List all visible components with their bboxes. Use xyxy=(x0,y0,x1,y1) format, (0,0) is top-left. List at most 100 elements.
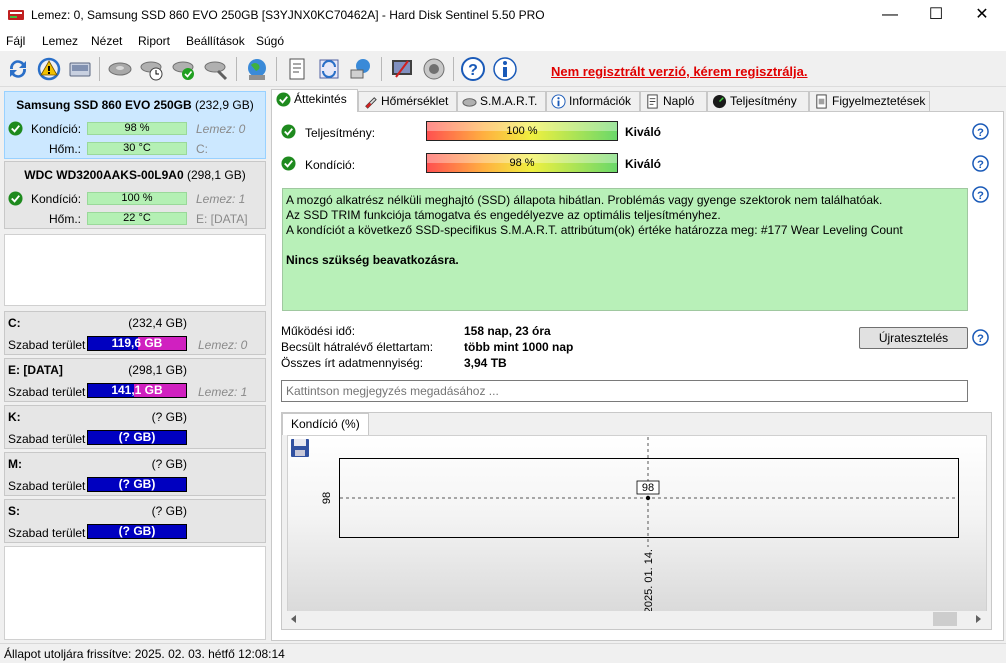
network-report-icon[interactable] xyxy=(347,55,375,83)
temperature-bar: 22 °C xyxy=(87,212,187,225)
description-line: Az SSD TRIM funkciója támogatva és enged… xyxy=(286,208,721,222)
temperature-label: Hőm.: xyxy=(49,212,82,226)
scroll-right-icon[interactable] xyxy=(973,614,983,624)
smart-disk-icon xyxy=(462,98,477,107)
tab-temperature[interactable]: Hőmérséklet xyxy=(358,91,457,111)
health-description: A mozgó alkatrész nélküli meghajtó (SSD)… xyxy=(282,188,968,311)
disk-card-0[interactable]: Samsung SSD 860 EVO 250GB (232,9 GB) Kon… xyxy=(4,91,266,159)
refresh-icon[interactable] xyxy=(4,55,32,83)
svg-text:?: ? xyxy=(977,190,984,202)
globe-disk-icon[interactable] xyxy=(243,55,271,83)
disk-ref: Lemez: 0 xyxy=(198,338,248,352)
disk-list-empty-area xyxy=(4,234,266,306)
volume-k[interactable]: K: (? GB) Szabad terület (? GB) xyxy=(4,405,266,449)
register-link[interactable]: Nem regisztrált verzió, kérem regisztrál… xyxy=(551,64,808,79)
remaining-lifetime-label: Becsült hátralévő élettartam: xyxy=(281,340,434,354)
menu-view[interactable]: Nézet xyxy=(91,34,122,48)
disk-clock-icon[interactable] xyxy=(138,55,166,83)
minimize-button[interactable]: — xyxy=(867,0,913,31)
disk-ref: Lemez: 1 xyxy=(196,192,246,206)
menu-report[interactable]: Riport xyxy=(138,34,170,48)
chart-area: 98 98 2025. 01. 14. xyxy=(287,435,987,613)
scroll-thumb[interactable] xyxy=(933,612,957,626)
ok-check-icon xyxy=(8,121,23,136)
thermometer-icon xyxy=(365,97,377,109)
free-space-bar: (? GB) xyxy=(87,477,187,492)
uptime-label: Működési idő: xyxy=(281,324,356,338)
performance-bar: 100 % xyxy=(426,121,618,141)
report-send-icon[interactable] xyxy=(315,55,343,83)
app-icon xyxy=(8,10,24,20)
free-space-bar: 119,6 GB xyxy=(87,336,187,351)
ok-check-icon xyxy=(281,156,296,171)
disk-ref: Lemez: 0 xyxy=(196,122,246,136)
free-space-label: Szabad terület xyxy=(8,479,86,493)
tab-alerts[interactable]: Figyelmeztetések xyxy=(809,91,930,111)
free-space-label: Szabad terület xyxy=(8,526,86,540)
tab-condition-chart[interactable]: Kondíció (%) xyxy=(282,413,369,435)
disk-details-icon[interactable] xyxy=(66,55,94,83)
free-space-bar: (? GB) xyxy=(87,430,187,445)
scroll-left-icon[interactable] xyxy=(289,614,299,624)
disk-check-icon[interactable] xyxy=(170,55,198,83)
volume-name: E: [DATA] xyxy=(8,363,63,377)
help-icon[interactable]: ? xyxy=(972,155,989,172)
written-total-label: Összes írt adatmennyiség: xyxy=(281,356,424,370)
volume-size: (? GB) xyxy=(151,504,187,518)
tab-overview[interactable]: Áttekintés xyxy=(271,89,358,112)
menu-file[interactable]: Fájl xyxy=(6,34,25,48)
description-line: A mozgó alkatrész nélküli meghajtó (SSD)… xyxy=(286,193,883,207)
menu-bar: Fájl Lemez Nézet Riport Beállítások Súgó xyxy=(0,31,1006,51)
condition-label: Kondíció: xyxy=(31,192,82,206)
help-icon[interactable]: ? xyxy=(972,186,989,203)
volume-m[interactable]: M: (? GB) Szabad terület (? GB) xyxy=(4,452,266,496)
help-icon[interactable]: ? xyxy=(972,123,989,140)
y-tick-label: 98 xyxy=(321,492,333,504)
chart-scrollbar[interactable] xyxy=(287,611,987,627)
sound-icon[interactable] xyxy=(420,55,448,83)
condition-label: Kondíció: xyxy=(305,158,356,172)
close-button[interactable]: ✕ xyxy=(959,0,1005,31)
ok-check-icon xyxy=(276,92,291,107)
volume-s[interactable]: S: (? GB) Szabad terület (? GB) xyxy=(4,499,266,543)
alert-refresh-icon[interactable] xyxy=(35,55,63,83)
retest-button[interactable]: Újratesztelés xyxy=(859,327,968,349)
tab-log[interactable]: Napló xyxy=(640,91,707,111)
volume-list-empty-area xyxy=(4,546,266,640)
svg-text:?: ? xyxy=(977,159,984,171)
volume-size: (? GB) xyxy=(151,457,187,471)
free-space-label: Szabad terület xyxy=(8,385,86,399)
disk-test-icon[interactable] xyxy=(106,55,134,83)
report-icon[interactable] xyxy=(283,55,311,83)
overview-panel: Teljesítmény: 100 % Kiváló ? Kondíció: 9… xyxy=(271,111,1004,641)
condition-bar: 98 % xyxy=(426,153,618,173)
temperature-label: Hőm.: xyxy=(49,142,82,156)
help-icon[interactable]: ? xyxy=(459,55,487,83)
tab-smart[interactable]: S.M.A.R.T. xyxy=(457,91,546,111)
toolbar: ? Nem regisztrált verzió, kérem regisztr… xyxy=(0,51,1006,87)
svg-text:?: ? xyxy=(468,62,478,79)
volume-e[interactable]: E: [DATA] (298,1 GB) Szabad terület 141,… xyxy=(4,358,266,402)
performance-label: Teljesítmény: xyxy=(305,126,376,140)
menu-help[interactable]: Súgó xyxy=(256,34,284,48)
last-refresh-text: Állapot utoljára frissítve: 2025. 02. 03… xyxy=(4,647,285,661)
note-input[interactable] xyxy=(281,380,968,402)
alert-settings-icon[interactable] xyxy=(388,55,416,83)
ok-check-icon xyxy=(8,191,23,206)
maximize-button[interactable]: ☐ xyxy=(913,0,959,31)
disk-size: (298,1 GB) xyxy=(187,168,246,182)
volume-size: (298,1 GB) xyxy=(128,363,187,377)
action-recommendation: Nincs szükség beavatkozásra. xyxy=(286,253,459,267)
description-line: A kondíciót a következő SSD-specifikus S… xyxy=(286,223,903,237)
tab-performance[interactable]: Teljesítmény xyxy=(707,91,809,111)
written-total-value: 3,94 TB xyxy=(464,356,507,370)
tab-information[interactable]: Információk xyxy=(546,91,640,111)
info-icon[interactable] xyxy=(491,55,519,83)
disk-card-1[interactable]: WDC WD3200AAKS-00L9A0 (298,1 GB) Kondíci… xyxy=(4,161,266,229)
menu-disk[interactable]: Lemez xyxy=(42,34,78,48)
volume-c[interactable]: C: (232,4 GB) Szabad terület 119,6 GB Le… xyxy=(4,311,266,355)
free-space-label: Szabad terület xyxy=(8,338,86,352)
menu-settings[interactable]: Beállítások xyxy=(186,34,245,48)
help-icon[interactable]: ? xyxy=(972,329,989,346)
disk-wrench-icon[interactable] xyxy=(202,55,230,83)
